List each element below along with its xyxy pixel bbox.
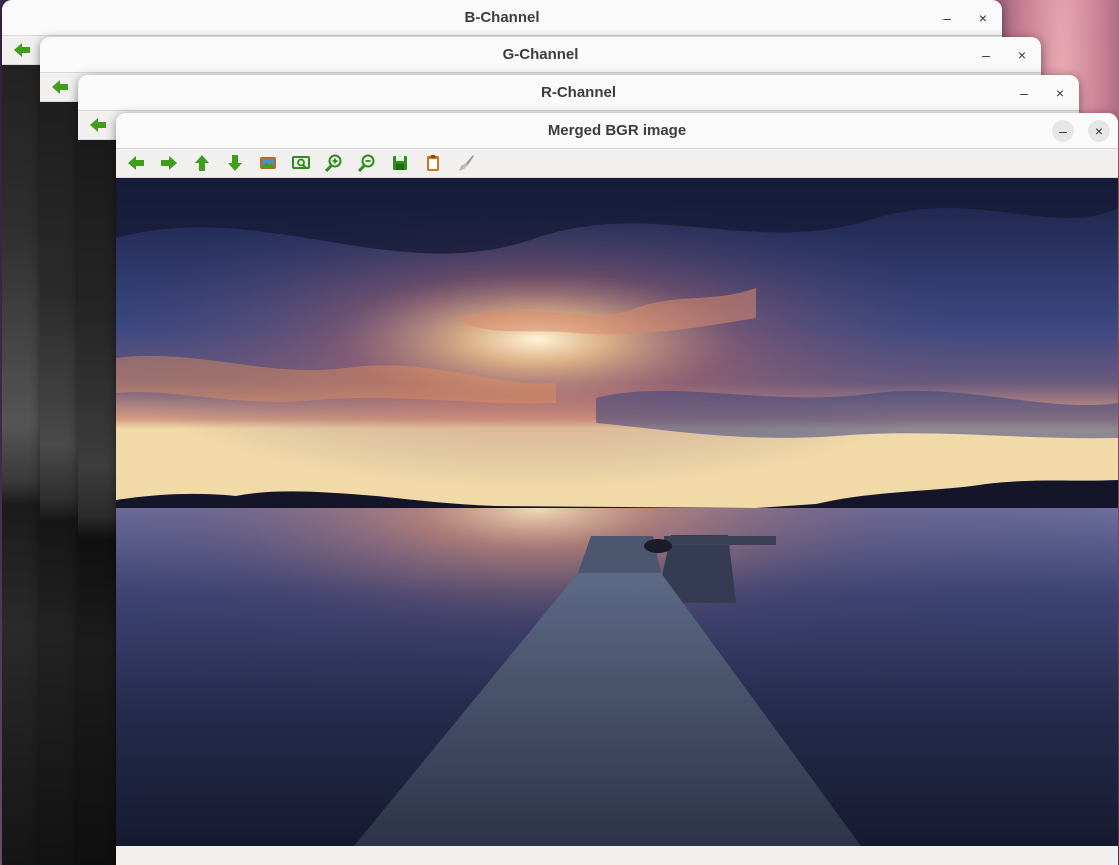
zoom-fit-icon[interactable] <box>289 151 313 175</box>
titlebar[interactable]: B-Channel – × <box>2 0 1002 36</box>
window-title: Merged BGR image <box>547 122 687 139</box>
brush-icon[interactable] <box>454 151 478 175</box>
back-arrow-icon[interactable] <box>48 75 72 99</box>
close-button[interactable]: × <box>972 7 994 29</box>
minimize-button[interactable]: – <box>975 44 997 66</box>
titlebar[interactable]: Merged BGR image – × <box>116 113 1118 149</box>
titlebar[interactable]: G-Channel – × <box>40 37 1041 73</box>
zoom-out-icon[interactable] <box>355 151 379 175</box>
clipboard-icon[interactable] <box>421 151 445 175</box>
back-arrow-icon[interactable] <box>10 38 34 62</box>
forward-arrow-icon[interactable] <box>157 151 181 175</box>
merged-image <box>116 178 1118 846</box>
window-title: B-Channel <box>464 9 540 26</box>
minimize-button[interactable]: – <box>1013 82 1035 104</box>
image-icon[interactable] <box>256 151 280 175</box>
save-icon[interactable] <box>388 151 412 175</box>
close-button[interactable]: × <box>1049 82 1071 104</box>
back-arrow-icon[interactable] <box>86 113 110 137</box>
up-arrow-icon[interactable] <box>190 151 214 175</box>
down-arrow-icon[interactable] <box>223 151 247 175</box>
titlebar[interactable]: R-Channel – × <box>78 75 1079 111</box>
status-bar <box>116 846 1118 865</box>
close-button[interactable]: × <box>1088 120 1110 142</box>
minimize-button[interactable]: – <box>936 7 958 29</box>
window-title: G-Channel <box>502 46 579 63</box>
close-button[interactable]: × <box>1011 44 1033 66</box>
toolbar <box>116 149 1118 178</box>
merged-bgr-window: Merged BGR image – × <box>116 113 1118 865</box>
minimize-button[interactable]: – <box>1052 120 1074 142</box>
window-title: R-Channel <box>541 84 616 101</box>
back-arrow-icon[interactable] <box>124 151 148 175</box>
zoom-in-icon[interactable] <box>322 151 346 175</box>
